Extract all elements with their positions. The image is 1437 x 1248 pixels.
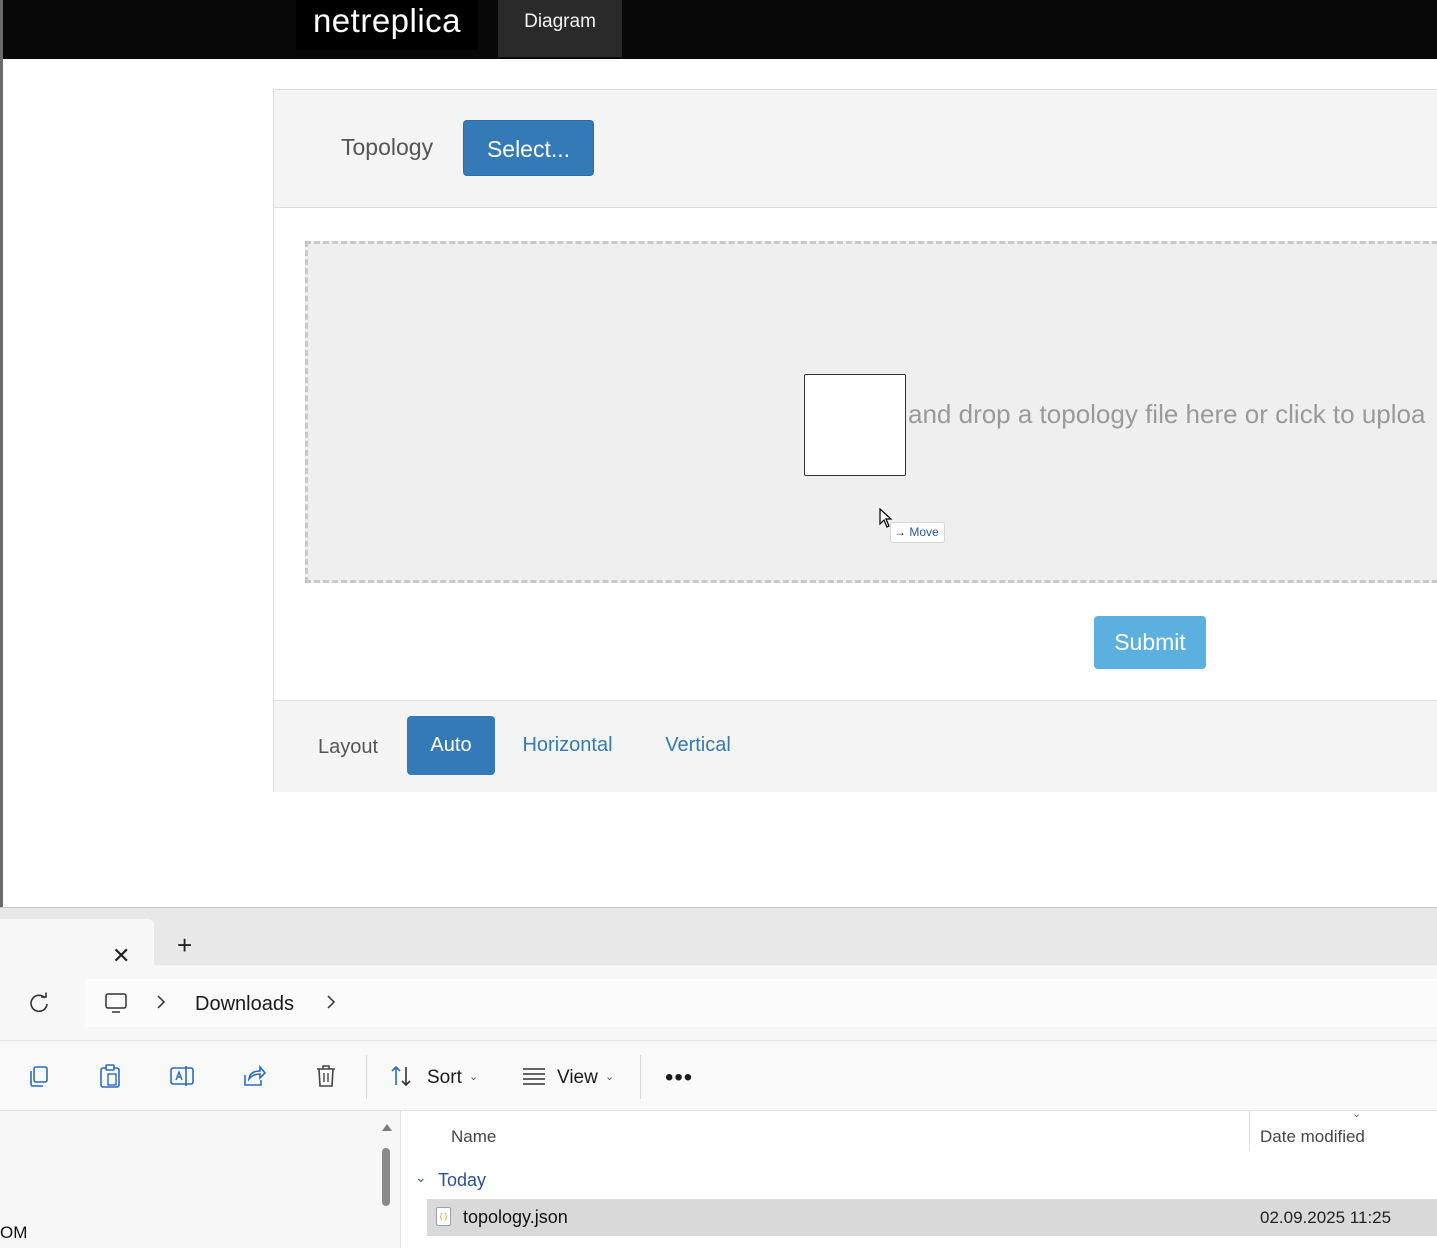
paste-icon[interactable]	[97, 1063, 123, 1089]
topology-card: Topology Select... and drop a topology f…	[273, 89, 1437, 792]
window-edge	[0, 0, 3, 908]
this-pc-icon[interactable]	[104, 992, 128, 1014]
new-tab-icon[interactable]: +	[177, 930, 192, 961]
breadcrumb-downloads[interactable]: Downloads	[195, 993, 294, 1016]
chevron-down-icon[interactable]: ⌄	[605, 1070, 614, 1083]
view-icon[interactable]	[521, 1063, 547, 1089]
drag-move-tooltip: → Move	[890, 522, 945, 543]
card-header: Topology Select...	[274, 90, 1437, 208]
file-date-modified: 02.09.2025 11:25	[1260, 1208, 1392, 1227]
group-collapse-chevron-icon[interactable]: ⌄	[415, 1169, 427, 1186]
copy-icon[interactable]	[26, 1063, 52, 1089]
layout-bar: Layout Auto Horizontal Vertical	[274, 700, 1437, 792]
column-header-date-modified[interactable]: Date modified	[1260, 1127, 1365, 1147]
chevron-down-icon[interactable]: ⌄	[469, 1070, 478, 1083]
address-bar: Downloads	[0, 966, 1437, 1041]
scrollbar-thumb[interactable]	[382, 1148, 390, 1206]
chevron-right-icon[interactable]	[325, 992, 337, 1012]
topology-label: Topology	[341, 134, 434, 160]
column-header-name[interactable]: Name	[451, 1127, 496, 1147]
json-file-icon: { }	[436, 1207, 451, 1226]
layout-auto-button[interactable]: Auto	[407, 716, 495, 775]
command-bar: Sort ⌄ View ⌄ •••	[0, 1042, 1437, 1111]
layout-horizontal-button[interactable]: Horizontal	[510, 716, 625, 775]
scroll-up-arrow-icon[interactable]	[381, 1122, 393, 1132]
arrow-right-icon: →	[894, 525, 906, 539]
select-file-button[interactable]: Select...	[463, 120, 594, 176]
nav-pane-item[interactable]: OM	[0, 1223, 27, 1243]
sort-icon[interactable]	[389, 1063, 415, 1089]
group-header-today[interactable]: Today	[438, 1170, 486, 1191]
sort-indicator-icon: ⌄	[1352, 1108, 1362, 1120]
file-explorer-window: ✕ + Downloads Sort ⌄ View ⌄ ••• OM Name …	[0, 907, 1437, 1248]
layout-vertical-button[interactable]: Vertical	[650, 716, 746, 775]
layout-label: Layout	[318, 736, 379, 758]
refresh-icon[interactable]	[28, 992, 50, 1014]
command-separator	[640, 1055, 641, 1099]
file-name: topology.json	[463, 1207, 568, 1227]
command-separator	[366, 1055, 367, 1099]
navigation-pane[interactable]: OM	[0, 1111, 401, 1248]
file-row[interactable]: { } topology.json 02.09.2025 11:25	[427, 1199, 1437, 1236]
dropzone-text: and drop a topology file here or click t…	[908, 399, 1426, 429]
top-navbar: netreplica Diagram	[3, 0, 1437, 59]
share-icon[interactable]	[241, 1063, 267, 1089]
explorer-tab-strip: ✕ +	[0, 908, 1437, 968]
rename-icon[interactable]	[169, 1063, 195, 1089]
brand-logo[interactable]: netreplica	[296, 0, 478, 50]
nav-tab-diagram[interactable]: Diagram	[498, 0, 622, 57]
file-dropzone[interactable]: and drop a topology file here or click t…	[305, 241, 1437, 583]
submit-button[interactable]: Submit	[1094, 616, 1206, 669]
drag-preview	[804, 374, 906, 476]
move-tooltip-label: Move	[909, 525, 939, 539]
sort-button[interactable]: Sort	[427, 1067, 462, 1089]
explorer-tab[interactable]: ✕	[0, 919, 154, 968]
view-button[interactable]: View	[557, 1067, 598, 1089]
column-divider[interactable]	[1249, 1111, 1250, 1151]
file-list: Name ⌄ Date modified ⌄ Today { } topolog…	[401, 1108, 1437, 1248]
delete-icon[interactable]	[313, 1063, 339, 1089]
more-options-icon[interactable]: •••	[665, 1064, 693, 1092]
chevron-right-icon[interactable]	[155, 992, 167, 1012]
